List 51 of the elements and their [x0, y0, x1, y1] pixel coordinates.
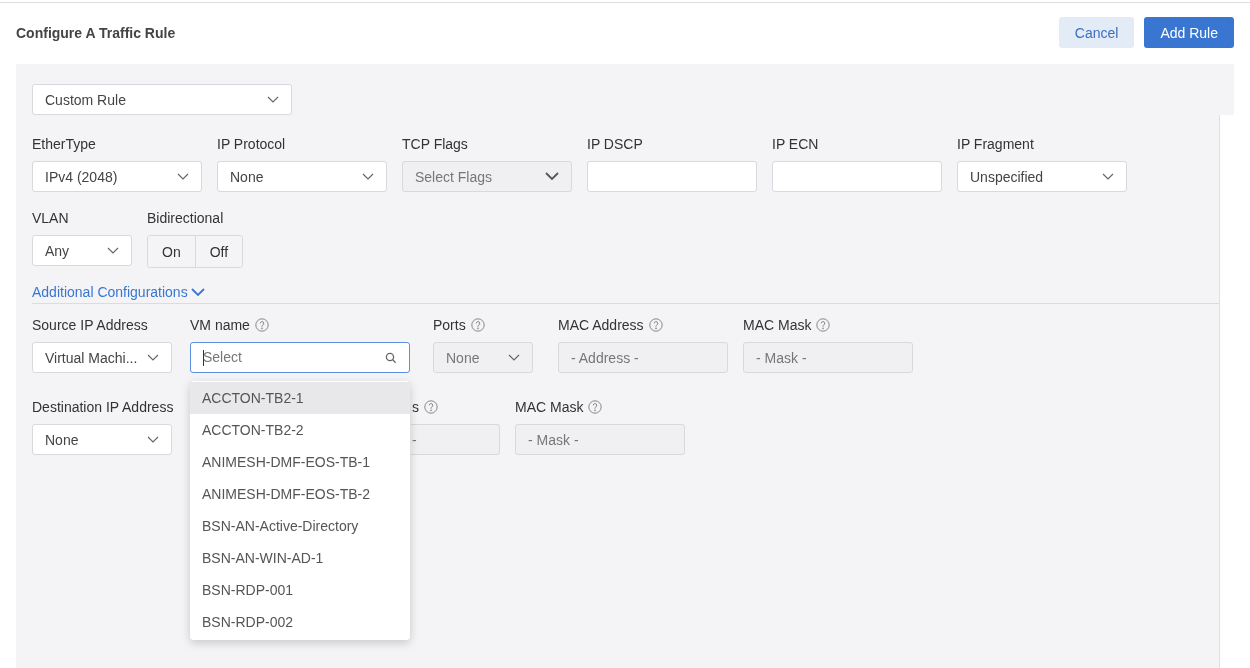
field-label: Ports	[433, 316, 466, 333]
field-label: IP DSCP	[587, 135, 643, 152]
rule-type-select[interactable]: Custom Rule	[32, 84, 292, 115]
additional-configurations-link[interactable]: Additional Configurations	[32, 284, 205, 300]
field-label: VLAN	[32, 209, 69, 226]
field-label: TCP Flags	[402, 135, 468, 152]
chevron-down-icon	[362, 172, 374, 181]
field-label: Destination IP Address	[32, 398, 174, 415]
dropdown-field[interactable]: None	[217, 161, 387, 192]
chevron-down-icon	[177, 172, 189, 181]
dropdown-field[interactable]: Unspecified	[957, 161, 1127, 192]
dropdown-field[interactable]: Any	[32, 235, 132, 266]
dropdown-option[interactable]: BSN-AN-Active-Directory	[190, 510, 410, 542]
chevron-down-icon	[545, 172, 559, 181]
dropdown-field[interactable]: None	[32, 424, 172, 455]
field-label: IP ECN	[772, 135, 819, 152]
field-label: Bidirectional	[147, 209, 224, 226]
dropdown-option[interactable]: BSN-AN-WIN-AD-1	[190, 542, 410, 574]
dropdown-option[interactable]: ACCTON-TB2-2	[190, 414, 410, 446]
field-label: MAC Mask	[515, 398, 584, 415]
search-icon	[385, 351, 397, 364]
chevron-down-icon	[1102, 172, 1114, 181]
dropdown-option[interactable]: BSN-RDP-002	[190, 606, 410, 638]
field-label: IP Fragment	[957, 135, 1034, 152]
input-field[interactable]	[587, 161, 757, 192]
page-title: Configure A Traffic Rule	[16, 24, 176, 41]
dropdown-field[interactable]: Virtual Machi...	[32, 342, 172, 373]
chevron-down-icon	[147, 435, 159, 444]
chevron-down-icon	[508, 353, 520, 362]
add-rule-button[interactable]: Add Rule	[1144, 17, 1234, 48]
chevron-down-icon	[107, 246, 119, 255]
input-field[interactable]	[772, 161, 942, 192]
field-label: s	[412, 398, 419, 415]
field-label: EtherType	[32, 135, 96, 152]
dropdown-option[interactable]: BSN-RDP-001	[190, 574, 410, 606]
field-label: VM name	[190, 316, 250, 333]
field-label: MAC Mask	[743, 316, 812, 333]
dropdown-field[interactable]: IPv4 (2048)	[32, 161, 202, 192]
dropdown-option[interactable]: ANIMESH-DMF-EOS-TB-1	[190, 446, 410, 478]
help-icon[interactable]	[254, 317, 269, 332]
cancel-button[interactable]: Cancel	[1058, 17, 1135, 48]
dropdown-option[interactable]: ACCTON-TB2-1	[190, 382, 410, 414]
chevron-icon	[190, 287, 205, 297]
toggle-option[interactable]: Off	[194, 236, 243, 267]
dropdown-option[interactable]: ANIMESH-DMF-EOS-TB-2	[190, 478, 410, 510]
search-field[interactable]: Select	[190, 342, 410, 373]
chevron-down-icon	[267, 95, 279, 104]
field-label: MAC Address	[558, 316, 644, 333]
field-label: IP Protocol	[217, 135, 286, 152]
chevron-down-icon	[147, 353, 159, 362]
field-label: Source IP Address	[32, 316, 148, 333]
